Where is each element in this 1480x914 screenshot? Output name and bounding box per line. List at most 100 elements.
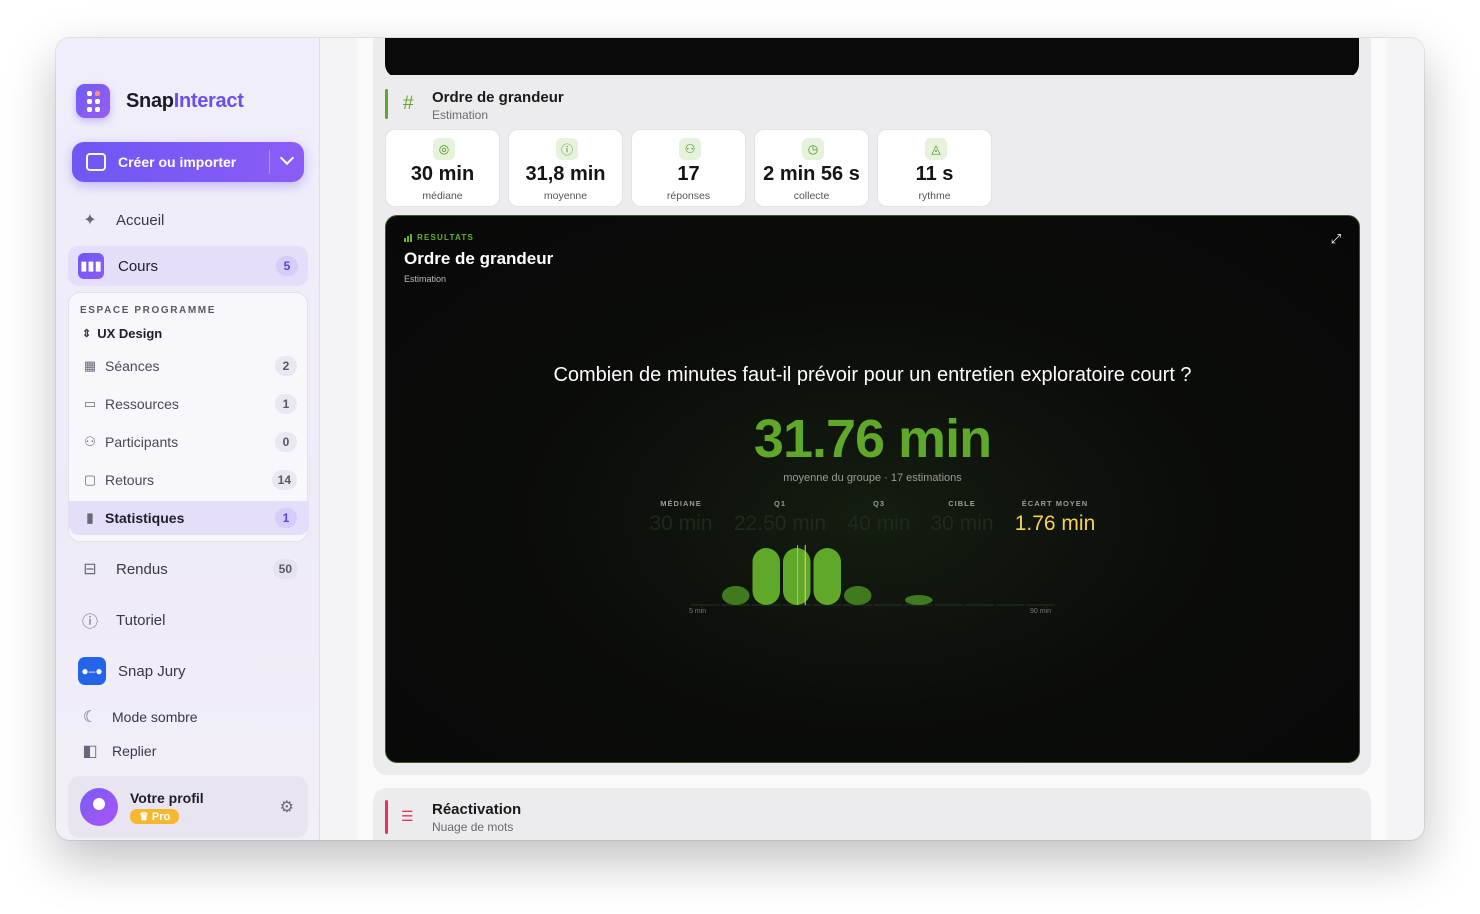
count-badge: 1	[275, 508, 297, 528]
sparkle-icon: ✦	[83, 212, 97, 229]
chevron-down-icon[interactable]	[279, 150, 295, 166]
results-panel: RESULTATS Ordre de grandeur Estimation ⤢…	[385, 215, 1360, 763]
avatar	[80, 788, 118, 826]
stat-value: 2 min 56 s	[763, 163, 860, 185]
courses-chart-icon: ▮▮▮	[78, 253, 104, 279]
brand[interactable]: SnapInteract	[76, 84, 244, 118]
program-item-sessions[interactable]: ▦ Séances 2	[69, 349, 309, 383]
program-item-label: Retours	[105, 472, 155, 488]
program-space-header: ESPACE PROGRAMME	[80, 305, 216, 316]
hist-bar	[813, 548, 841, 605]
nav-jury-label: Snap Jury	[118, 662, 186, 680]
stat-mean: ⓘ 31,8 min moyenne	[508, 129, 623, 207]
chat-icon: ▢	[83, 472, 97, 487]
word-cloud-icon: ☰	[401, 808, 414, 824]
hist-bar	[844, 586, 872, 605]
activity-title: Ordre de grandeur	[432, 89, 564, 106]
program-space-panel: ESPACE PROGRAMME ⇕ UX Design ▦ Séances 2 …	[68, 292, 309, 542]
nav-home[interactable]: ✦ Accueil	[68, 200, 308, 240]
nav-snap-jury[interactable]: ●‒● Snap Jury	[68, 651, 308, 691]
chevron-up-down-icon: ⇕	[82, 328, 92, 340]
folder-icon: ▭	[83, 396, 97, 411]
info-icon: ⓘ	[556, 138, 578, 160]
nav-courses[interactable]: ▮▮▮ Cours 5	[68, 246, 308, 286]
stat-value: 31,8 min	[525, 163, 606, 185]
users-icon: ⚇	[84, 434, 96, 449]
program-item-label: Ressources	[105, 396, 179, 412]
stat-label: moyenne	[543, 190, 588, 202]
program-item-label: Participants	[105, 434, 179, 450]
stat-label: rythme	[918, 190, 951, 202]
estimation-histogram	[691, 545, 1055, 606]
moon-icon: ☾	[82, 709, 98, 726]
import-icon	[86, 153, 106, 171]
program-item-participants[interactable]: ⚇ Participants 0	[69, 425, 309, 459]
program-item-statistics[interactable]: ▮ Statistiques 1	[69, 501, 309, 535]
nav-deliverables-label: Rendus	[116, 560, 168, 578]
create-or-import-button[interactable]: Créer ou importer	[72, 142, 304, 182]
help-icon: ⓘ	[81, 614, 98, 631]
profile-card[interactable]: Votre profil ♛ Pro ⚙	[68, 776, 308, 838]
gear-icon[interactable]: ⚙	[280, 797, 294, 817]
sidebar: SnapInteract Créer ou importer ✦ Accueil…	[56, 38, 320, 840]
stat-value: 11 s	[915, 163, 954, 185]
profile-name: Votre profil	[130, 789, 204, 806]
collapse-label: Replier	[112, 743, 157, 759]
nav-courses-label: Cours	[118, 257, 159, 275]
stat-label: médiane	[422, 190, 463, 202]
app-window: SnapInteract Créer ou importer ✦ Accueil…	[56, 38, 1424, 840]
stat-label: collecte	[793, 190, 830, 202]
nav-deliverables[interactable]: ⊟ Rendus 50	[68, 549, 308, 589]
dark-mode-label: Mode sombre	[112, 709, 198, 725]
app-logo-icon	[76, 84, 110, 118]
dark-mode-toggle[interactable]: ☾ Mode sombre	[68, 698, 308, 736]
count-badge: 2	[275, 356, 297, 376]
count-badge: 1	[275, 394, 297, 414]
bar-chart-icon: ▮	[86, 510, 94, 525]
stat-value: 30 min	[410, 163, 475, 185]
activity-card: # Ordre de grandeur Estimation ◎ 30 min …	[373, 75, 1371, 775]
stat-pace: ◬ 11 s rythme	[877, 129, 992, 207]
hist-bar	[783, 548, 811, 605]
stat-median: ◎ 30 min médiane	[385, 129, 500, 207]
stat-label: réponses	[666, 190, 711, 202]
axis-max-label: 90 min	[1030, 608, 1052, 615]
nav-tutorial[interactable]: ⓘ Tutoriel	[68, 600, 308, 640]
next-activity-type: Nuage de mots	[432, 820, 514, 834]
hash-icon: #	[403, 93, 414, 114]
stat-responses: ⚇ 17 réponses	[631, 129, 746, 207]
calendar-icon: ▦	[83, 358, 97, 373]
jury-icon: ●‒●	[78, 657, 106, 685]
target-icon: ◎	[433, 138, 455, 160]
stat-collection: ◷ 2 min 56 s collecte	[754, 129, 869, 207]
brand-name: SnapInteract	[126, 89, 244, 112]
nav-home-label: Accueil	[116, 211, 165, 229]
clock-icon: ◷	[802, 138, 824, 160]
program-selector[interactable]: ⇕ UX Design	[82, 326, 162, 341]
program-name: UX Design	[97, 326, 163, 341]
create-button-label: Créer ou importer	[118, 154, 237, 170]
program-item-label: Statistiques	[105, 510, 185, 526]
inbox-icon: ⊟	[83, 561, 97, 578]
next-activity-card: ☰ Réactivation Nuage de mots	[373, 788, 1371, 840]
pro-badge: ♛ Pro	[130, 808, 180, 824]
speed-icon: ◬	[925, 138, 947, 160]
stat-value: 17	[677, 163, 700, 185]
main-content: # Ordre de grandeur Estimation ◎ 30 min …	[320, 38, 1424, 840]
axis-min-label: 5 min	[689, 608, 707, 615]
count-badge: 14	[271, 470, 297, 490]
program-item-feedback[interactable]: ▢ Retours 14	[69, 463, 309, 497]
sidebar-icon: ◧	[82, 743, 98, 760]
next-activity-title: Réactivation	[432, 801, 522, 818]
count-badge: 0	[275, 432, 297, 452]
program-item-label: Séances	[105, 358, 160, 374]
hist-bar	[752, 548, 780, 605]
activity-type: Estimation	[432, 108, 489, 122]
collapse-sidebar-button[interactable]: ◧ Replier	[68, 732, 308, 770]
people-icon: ⚇	[679, 138, 701, 160]
program-item-resources[interactable]: ▭ Ressources 1	[69, 387, 309, 421]
hist-bar	[905, 595, 933, 605]
deliverables-count-badge: 50	[272, 559, 298, 579]
hist-bar	[722, 586, 750, 605]
nav-tutorial-label: Tutoriel	[116, 611, 166, 629]
